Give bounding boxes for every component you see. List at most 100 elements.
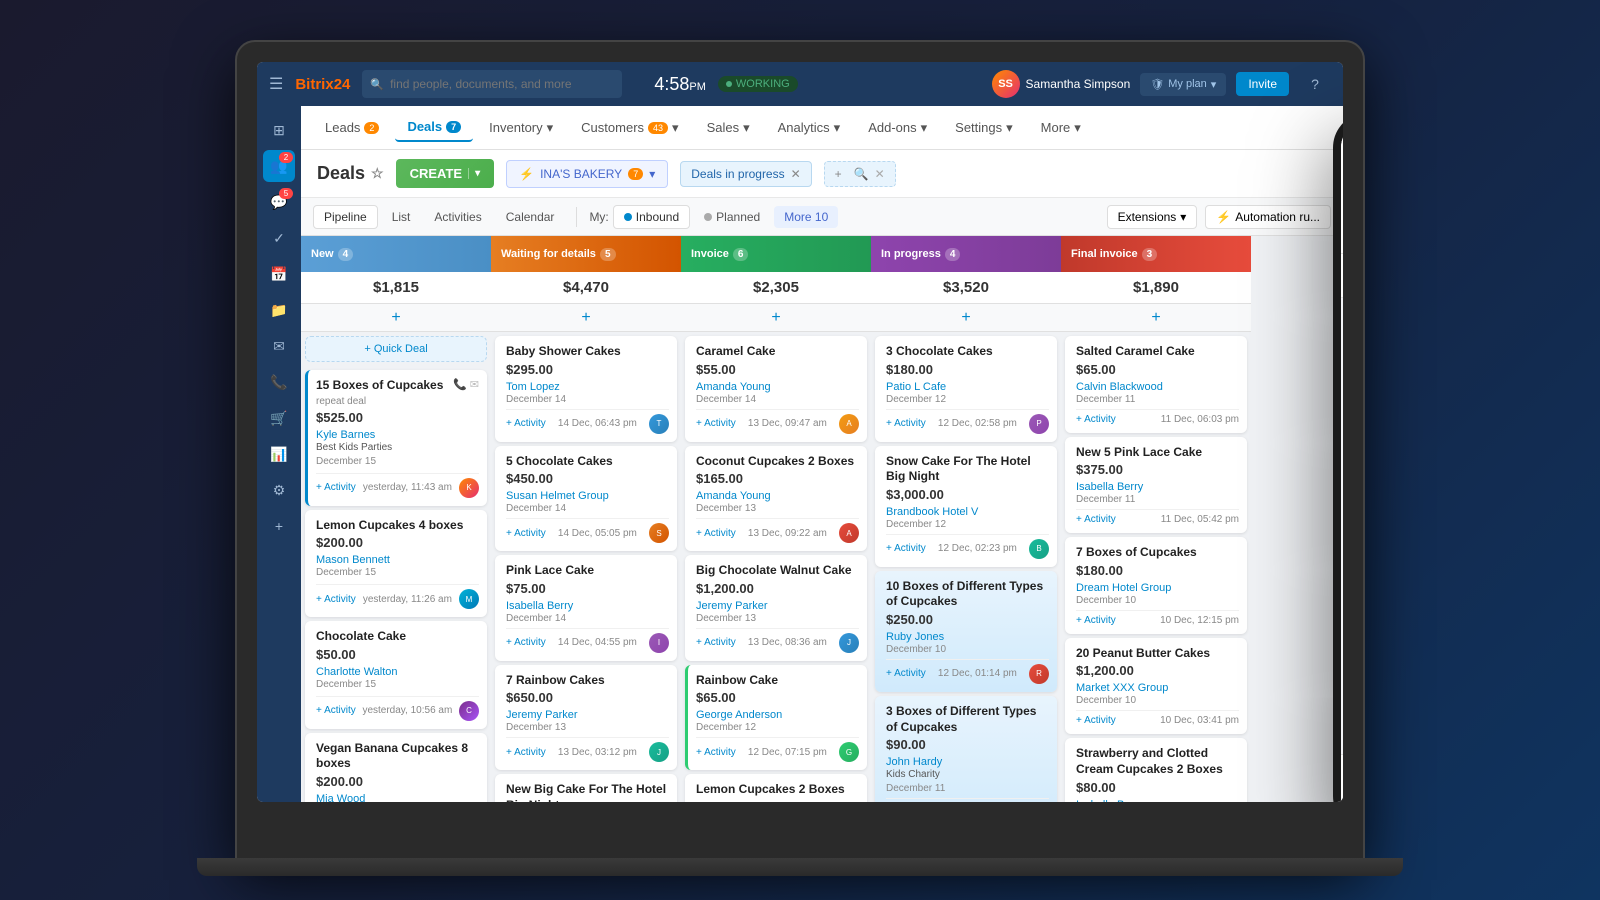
sidebar-calendar[interactable]: 📅 — [263, 258, 295, 290]
col-add-waiting[interactable]: + — [491, 304, 681, 332]
sidebar-home[interactable]: ⊞ — [263, 114, 295, 146]
create-button[interactable]: CREATE ▾ — [396, 159, 495, 188]
deal-card[interactable]: 5 Chocolate Cakes $450.00 Susan Helmet G… — [495, 446, 677, 552]
deal-card[interactable]: 3 Boxes of Different Types of Cupcakes $… — [875, 696, 1057, 802]
deal-card[interactable]: Salted Caramel Cake $65.00 Calvin Blackw… — [1065, 336, 1247, 433]
add-activity[interactable]: + Activity — [506, 418, 546, 429]
nav-settings[interactable]: Settings ▾ — [943, 114, 1025, 142]
hamburger-icon[interactable]: ☰ — [269, 74, 283, 94]
nav-customers[interactable]: Customers 43 ▾ — [569, 114, 690, 142]
add-activity[interactable]: + Activity — [316, 594, 356, 605]
tab-calendar[interactable]: Calendar — [496, 206, 565, 228]
active-filter-tag[interactable]: Deals in progress ✕ — [680, 161, 811, 187]
star-icon[interactable]: ☆ — [371, 165, 384, 182]
nav-deals[interactable]: Deals 7 — [395, 113, 473, 142]
add-activity[interactable]: + Activity — [696, 637, 736, 648]
deal-card[interactable]: Rainbow Cake $65.00 George Anderson Dece… — [685, 665, 867, 771]
deal-card[interactable]: 10 Boxes of Different Types of Cupcakes … — [875, 571, 1057, 692]
deal-card[interactable]: Baby Shower Cakes $295.00 Tom Lopez Dece… — [495, 336, 677, 442]
deal-contact[interactable]: Kyle Barnes — [316, 429, 443, 441]
tab-activities[interactable]: Activities — [424, 206, 491, 228]
quick-deal-button[interactable]: + Quick Deal — [305, 336, 487, 362]
automation-button[interactable]: ⚡ Automation ru... — [1205, 205, 1331, 229]
filter-planned[interactable]: Planned — [694, 206, 770, 228]
deal-card[interactable]: Caramel Cake $55.00 Amanda Young Decembe… — [685, 336, 867, 442]
filter-inbound[interactable]: Inbound — [613, 205, 690, 229]
deal-card[interactable]: Lemon Cupcakes 2 Boxes $175.00 Ruby Jone… — [685, 774, 867, 802]
add-activity[interactable]: + Activity — [1076, 715, 1116, 726]
col-add-final[interactable]: + — [1061, 304, 1251, 332]
add-activity[interactable]: + Activity — [506, 637, 546, 648]
col-cards-final: Salted Caramel Cake $65.00 Calvin Blackw… — [1061, 332, 1251, 802]
deal-card[interactable]: Strawberry and Clotted Cream Cupcakes 2 … — [1065, 738, 1247, 802]
plan-button[interactable]: 🛡 My plan ▾ — [1140, 73, 1226, 96]
sidebar-mail[interactable]: ✉ — [263, 330, 295, 362]
card-mail-icon[interactable]: ✉ — [470, 378, 479, 391]
col-add-new[interactable]: + — [301, 304, 491, 332]
sidebar-settings[interactable]: ⚙ — [263, 474, 295, 506]
deal-card[interactable]: 7 Boxes of Cupcakes $180.00 Dream Hotel … — [1065, 537, 1247, 634]
add-activity[interactable]: + Activity — [696, 747, 736, 758]
nav-more[interactable]: More ▾ — [1029, 114, 1093, 142]
sidebar-add[interactable]: + — [263, 510, 295, 542]
nav-leads[interactable]: Leads 2 — [313, 114, 391, 141]
col-add-progress[interactable]: + — [871, 304, 1061, 332]
deal-card[interactable]: Vegan Banana Cupcakes 8 boxes $200.00 Mi… — [305, 733, 487, 802]
sidebar-tasks[interactable]: ✓ — [263, 222, 295, 254]
user-menu[interactable]: SS Samantha Simpson — [992, 70, 1131, 98]
nav-inventory[interactable]: Inventory ▾ — [477, 114, 565, 142]
search-input[interactable] — [390, 77, 614, 91]
deal-card[interactable]: Snow Cake For The Hotel Big Night $3,000… — [875, 446, 1057, 567]
add-activity[interactable]: + Activity — [696, 528, 736, 539]
time-display: 4:58PM — [654, 74, 706, 95]
deal-card[interactable]: Pink Lace Cake $75.00 Isabella Berry Dec… — [495, 555, 677, 661]
deal-card[interactable]: Lemon Cupcakes 4 boxes $200.00 Mason Ben… — [305, 510, 487, 618]
sidebar-analytics[interactable]: 📊 — [263, 438, 295, 470]
add-activity[interactable]: + Activity — [886, 543, 926, 554]
sidebar-drive[interactable]: 📁 — [263, 294, 295, 326]
deal-card[interactable]: Chocolate Cake $50.00 Charlotte Walton D… — [305, 621, 487, 729]
tab-pipeline[interactable]: Pipeline — [313, 205, 378, 229]
deal-card[interactable]: 7 Rainbow Cakes $650.00 Jeremy Parker De… — [495, 665, 677, 771]
add-filter[interactable]: + 🔍 ✕ — [824, 161, 896, 187]
nav-analytics[interactable]: Analytics ▾ — [766, 114, 853, 142]
deal-card[interactable]: 20 Peanut Butter Cakes $1,200.00 Market … — [1065, 638, 1247, 735]
deal-card[interactable]: Big Chocolate Walnut Cake $1,200.00 Jere… — [685, 555, 867, 661]
nav-sales[interactable]: Sales ▾ — [695, 114, 762, 142]
col-amount-final: $1,890 — [1061, 272, 1251, 304]
deal-card[interactable]: 3 Chocolate Cakes $180.00 Patio L Cafe D… — [875, 336, 1057, 442]
add-activity[interactable]: + Activity — [316, 482, 356, 493]
add-activity[interactable]: + Activity — [886, 418, 926, 429]
deal-card[interactable]: New 5 Pink Lace Cake $375.00 Isabella Be… — [1065, 437, 1247, 534]
add-activity[interactable]: + Activity — [1076, 514, 1116, 525]
more-filters-button[interactable]: More 10 — [774, 206, 838, 228]
add-activity[interactable]: + Activity — [506, 528, 546, 539]
col-add-invoice[interactable]: + — [681, 304, 871, 332]
remove-filter-icon[interactable]: ✕ — [791, 167, 801, 181]
extensions-button[interactable]: Extensions ▾ — [1107, 205, 1198, 229]
help-icon[interactable]: ? — [1299, 68, 1331, 100]
add-activity[interactable]: + Activity — [1076, 414, 1116, 425]
invite-button[interactable]: Invite — [1236, 72, 1289, 96]
deal-card[interactable]: New Big Cake For The Hotel Big Night $3,… — [495, 774, 677, 802]
sidebar-shop[interactable]: 🛒 — [263, 402, 295, 434]
status-dot — [726, 81, 732, 87]
add-activity[interactable]: + Activity — [1076, 615, 1116, 626]
nav-addons[interactable]: Add-ons ▾ — [856, 114, 939, 142]
col-amount-new: $1,815 — [301, 272, 491, 304]
tab-list[interactable]: List — [382, 206, 421, 228]
deal-card[interactable]: Coconut Cupcakes 2 Boxes $165.00 Amanda … — [685, 446, 867, 552]
add-activity[interactable]: + Activity — [886, 668, 926, 679]
sidebar-phone[interactable]: 📞 — [263, 366, 295, 398]
sidebar-chat[interactable]: 💬5 — [263, 186, 295, 218]
card-phone-icon[interactable]: 📞 — [453, 378, 467, 391]
filter-button[interactable]: ⚡ INA'S BAKERY 7 ▾ — [506, 160, 668, 188]
add-activity[interactable]: + Activity — [696, 418, 736, 429]
search-bar[interactable]: 🔍 — [362, 70, 622, 98]
deal-card[interactable]: 15 Boxes of Cupcakes repeat deal $525.00… — [305, 370, 487, 506]
deal-avatar: I — [649, 633, 669, 653]
add-activity[interactable]: + Activity — [316, 705, 356, 716]
add-activity[interactable]: + Activity — [506, 747, 546, 758]
sidebar-crm[interactable]: 👥2 — [263, 150, 295, 182]
clear-search-icon[interactable]: ✕ — [875, 167, 885, 181]
